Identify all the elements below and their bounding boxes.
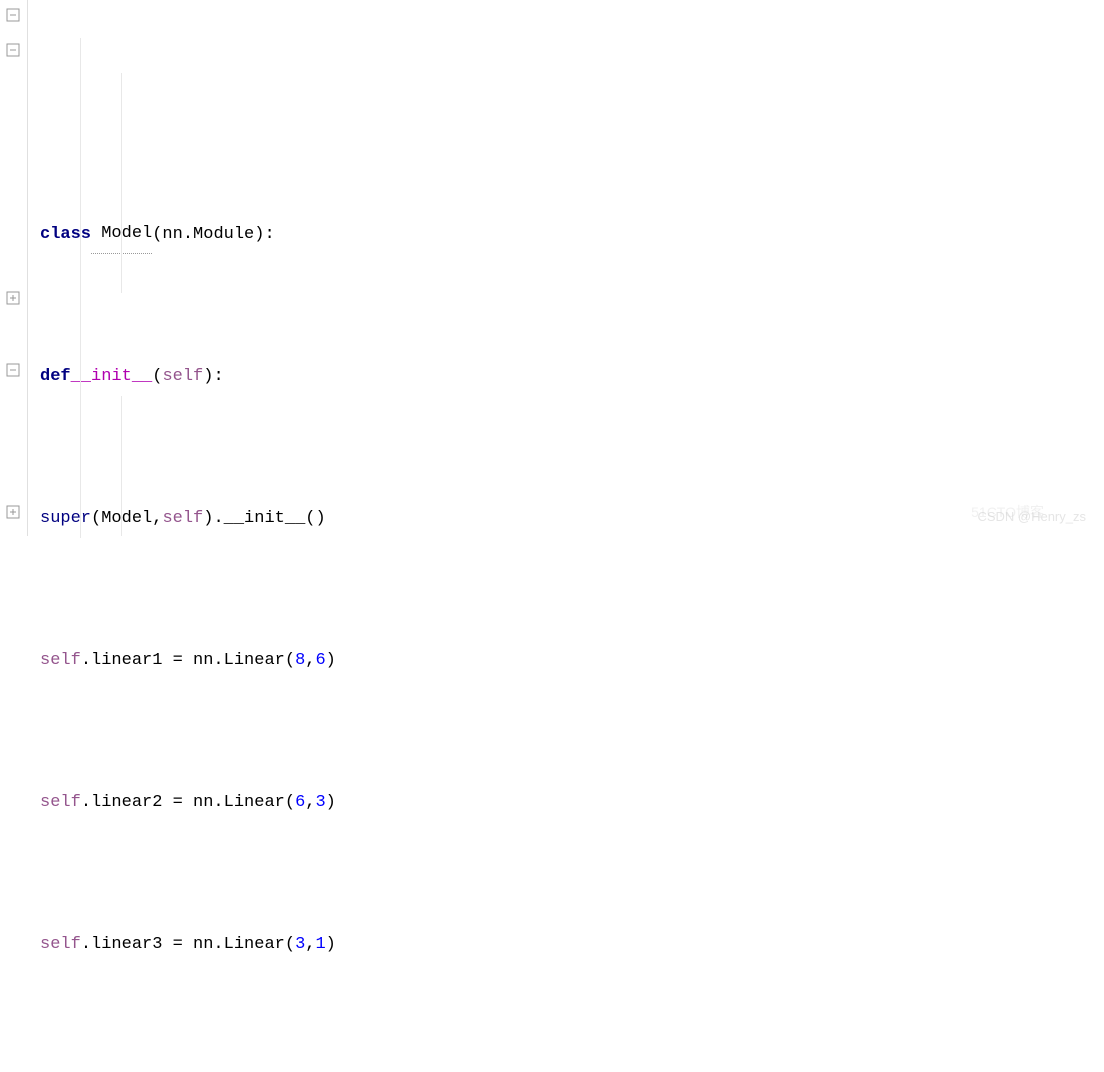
- code-line: class Model(nn.Module):: [40, 217, 1104, 253]
- gutter: [0, 0, 28, 536]
- self-ref: self: [40, 785, 81, 821]
- text: ).: [203, 501, 223, 537]
- code-line: self.sigmoid = nn.Sigmoid(): [40, 1069, 1104, 1072]
- text: ): [326, 927, 336, 963]
- indent-guide: [121, 73, 122, 293]
- paren: (: [152, 359, 162, 395]
- text: ,: [305, 927, 315, 963]
- self-param: self: [162, 359, 203, 395]
- fold-icon-init[interactable]: [6, 43, 20, 57]
- code-line: self.linear1 = nn.Linear(8,6): [40, 643, 1104, 679]
- code-area[interactable]: class Model(nn.Module): def __init__(sel…: [28, 0, 1104, 536]
- keyword-def: def: [40, 359, 71, 395]
- text: ,: [305, 785, 315, 821]
- self-ref: self: [40, 927, 81, 963]
- fold-icon-init-end[interactable]: [6, 291, 20, 305]
- text: __init__: [224, 501, 306, 537]
- builtin-super: super: [40, 501, 91, 537]
- text: .linear2 = nn.Linear(: [81, 785, 295, 821]
- number: 6: [295, 785, 305, 821]
- number: 6: [315, 643, 325, 679]
- fold-icon-class[interactable]: [6, 8, 20, 22]
- self-ref: self: [162, 501, 203, 537]
- indent-guide: [80, 38, 81, 538]
- number: 8: [295, 643, 305, 679]
- keyword-class: class: [40, 217, 91, 253]
- code-line: def __init__(self):: [40, 359, 1104, 395]
- self-ref: self: [40, 643, 81, 679]
- code-line: self.linear2 = nn.Linear(6,3): [40, 785, 1104, 821]
- text: (): [305, 501, 325, 537]
- text: .sigmoid = nn.Sigmoid(): [81, 1069, 316, 1072]
- text: ): [326, 785, 336, 821]
- number: 3: [315, 785, 325, 821]
- method-init: __init__: [71, 359, 153, 395]
- fold-icon-forward-end[interactable]: [6, 505, 20, 519]
- paren: ):: [203, 359, 223, 395]
- text: .linear1 = nn.Linear(: [81, 643, 295, 679]
- text: (Model,: [91, 501, 162, 537]
- class-name: Model: [91, 216, 152, 254]
- text: ): [326, 643, 336, 679]
- code-line: self.linear3 = nn.Linear(3,1): [40, 927, 1104, 963]
- fold-icon-forward[interactable]: [6, 363, 20, 377]
- text: ,: [305, 643, 315, 679]
- code-line: super(Model,self).__init__(): [40, 501, 1104, 537]
- self-ref: self: [40, 1069, 81, 1072]
- number: 1: [315, 927, 325, 963]
- number: 3: [295, 927, 305, 963]
- text: .linear3 = nn.Linear(: [81, 927, 295, 963]
- class-base: (nn.Module):: [152, 217, 274, 253]
- code-editor: class Model(nn.Module): def __init__(sel…: [0, 0, 1104, 536]
